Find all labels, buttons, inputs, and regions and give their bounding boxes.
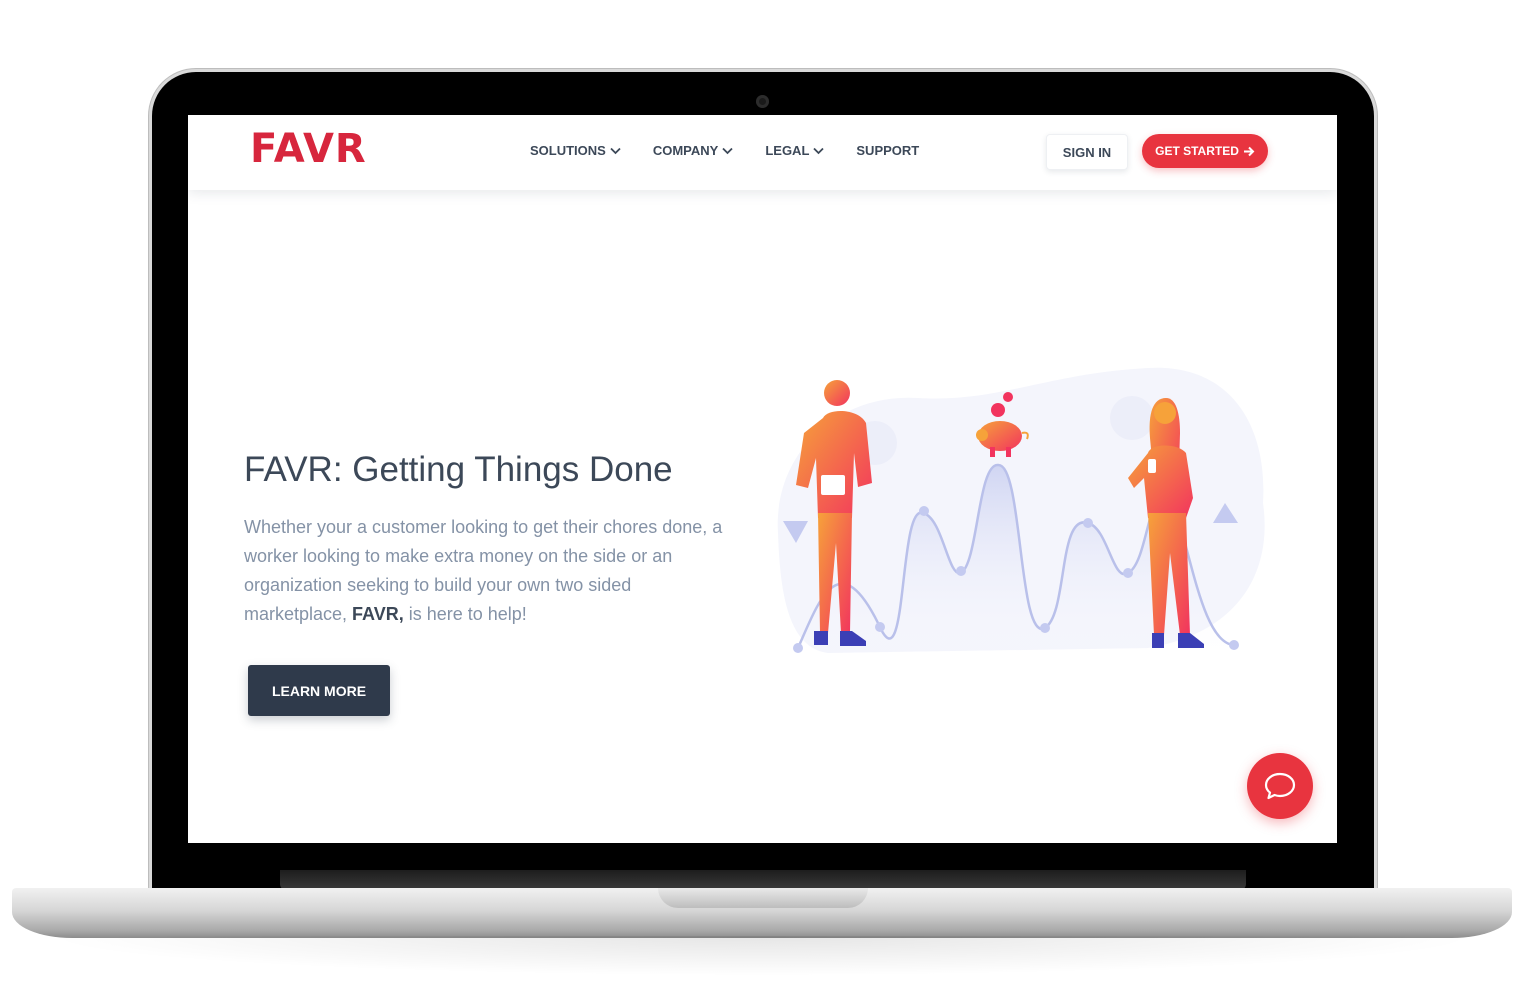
nav-item-company[interactable]: COMPANY <box>653 143 733 158</box>
get-started-button[interactable]: GET STARTED <box>1142 134 1268 168</box>
nav-item-support[interactable]: SUPPORT <box>856 143 919 158</box>
nav-item-label: COMPANY <box>652 143 719 158</box>
get-started-label: GET STARTED <box>1155 144 1239 158</box>
hero-description: Whether your a customer looking to get t… <box>244 513 739 629</box>
sign-in-button[interactable]: SIGN IN <box>1046 134 1128 170</box>
nav-item-label: LEGAL <box>765 143 810 158</box>
hero-illustration <box>777 367 1265 663</box>
arrow-right-icon <box>1243 146 1255 156</box>
favr-logo[interactable]: FAVR <box>250 129 367 169</box>
webcam <box>756 95 769 108</box>
nav-item-label: SUPPORT <box>856 143 920 158</box>
chat-button[interactable] <box>1247 753 1313 819</box>
nav-item-label: SOLUTIONS <box>530 143 606 158</box>
browser-screen: FAVR SOLUTIONS COMPANY LEGAL SUPPORT SIG… <box>188 115 1337 843</box>
nav-menu: SOLUTIONS COMPANY LEGAL SUPPORT <box>530 143 951 158</box>
hero-brand-bold: FAVR, <box>352 604 404 624</box>
top-navbar: FAVR SOLUTIONS COMPANY LEGAL SUPPORT SIG… <box>188 115 1337 190</box>
laptop-notch <box>658 888 868 908</box>
laptop-shadow <box>40 936 1485 976</box>
nav-item-legal[interactable]: LEGAL <box>765 143 825 158</box>
chevron-down-icon <box>722 147 733 154</box>
chevron-down-icon <box>610 147 621 154</box>
hero-title: FAVR: Getting Things Done <box>244 450 673 489</box>
laptop-hinge <box>280 870 1246 890</box>
hero-text-part: is here to help! <box>403 604 527 624</box>
nav-item-solutions[interactable]: SOLUTIONS <box>530 143 621 158</box>
chat-bubble-icon <box>1264 772 1296 800</box>
learn-more-button[interactable]: LEARN MORE <box>248 665 390 716</box>
chevron-down-icon <box>813 147 825 154</box>
